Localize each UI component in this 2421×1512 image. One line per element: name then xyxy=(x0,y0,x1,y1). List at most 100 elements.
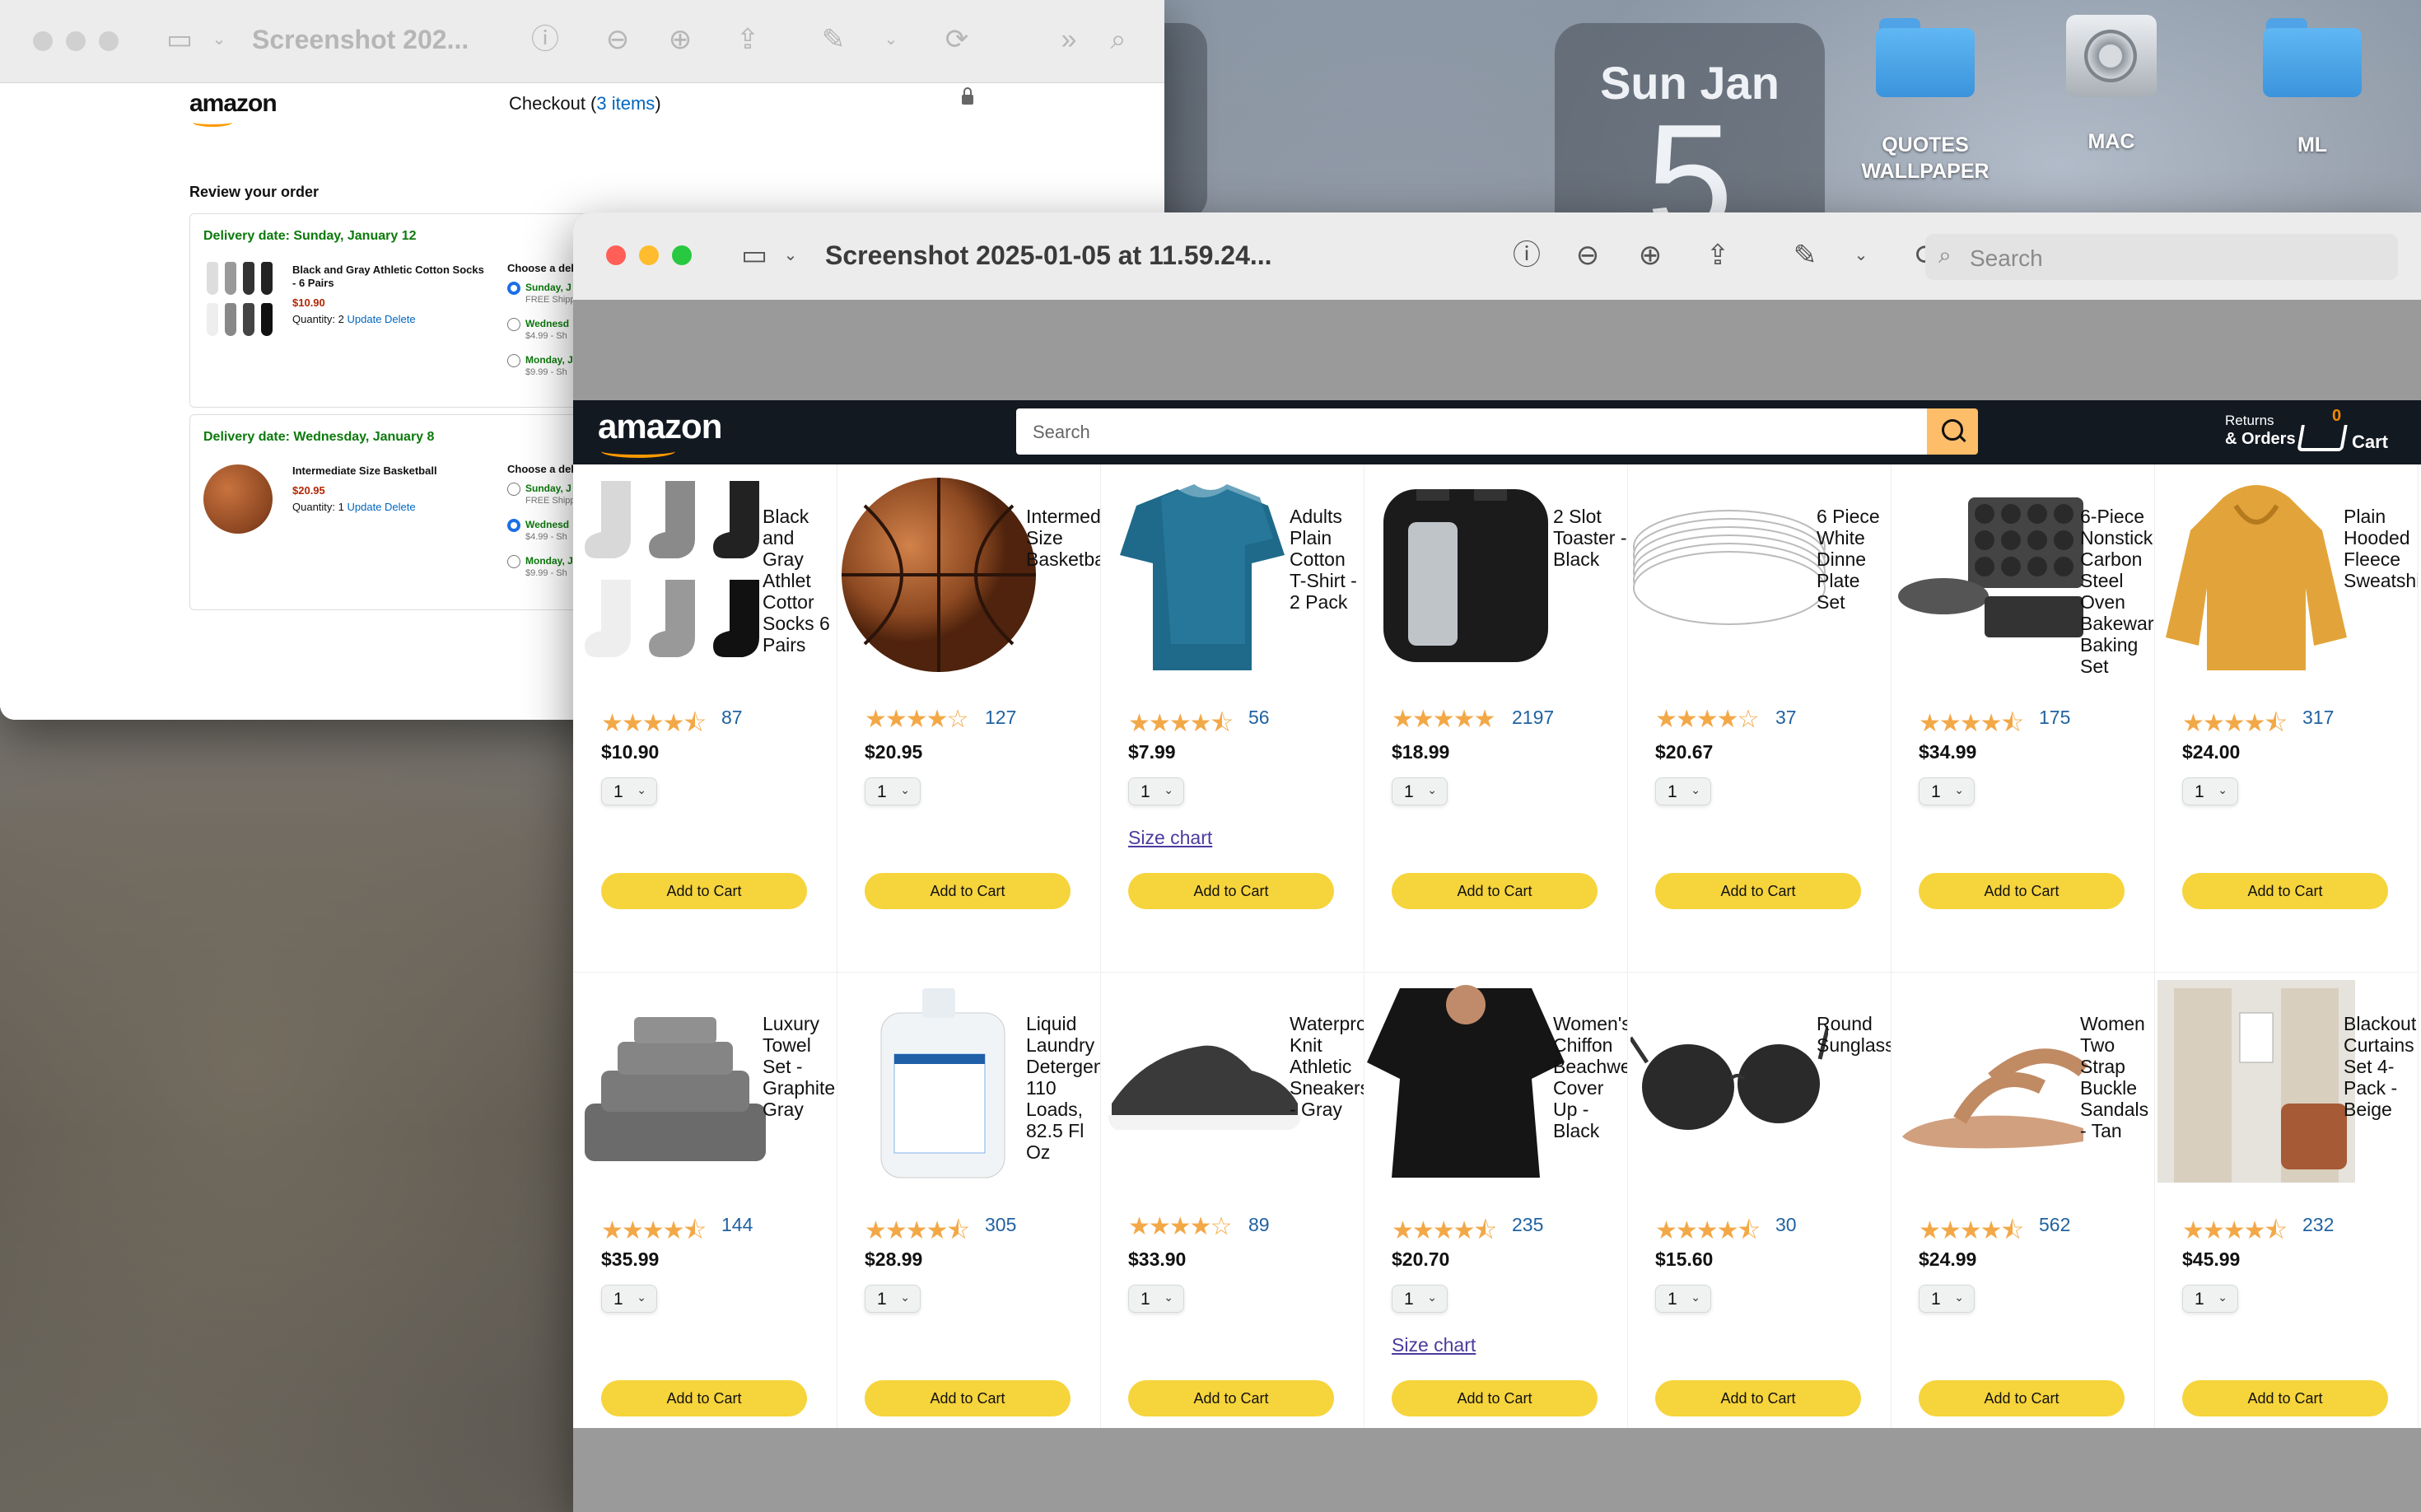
review-count-link[interactable]: 317 xyxy=(2302,707,2334,729)
zoom-in-icon[interactable]: ⊕ xyxy=(662,23,698,56)
product-card[interactable]: Round Sunglass ★★★★⯪ 30 $15.60 1 ⌄ Add to Cart xyxy=(1627,972,1892,1480)
chevron-down-icon[interactable]: ⌄ xyxy=(201,23,237,56)
product-image-towels[interactable] xyxy=(576,980,774,1183)
review-count-link[interactable]: 562 xyxy=(2039,1214,2070,1236)
add-to-cart-button[interactable]: Add to Cart xyxy=(1655,1380,1861,1416)
desktop-folder-ml[interactable]: ML xyxy=(2263,18,2362,157)
product-image-tshirt[interactable] xyxy=(1103,473,1301,675)
returns-orders-link[interactable]: Returns & Orders xyxy=(2225,412,2296,449)
review-count-link[interactable]: 144 xyxy=(721,1214,753,1236)
quantity-select[interactable]: 1 ⌄ xyxy=(2182,1285,2238,1313)
zoom-in-icon[interactable]: ⊕ xyxy=(1632,239,1668,272)
radio[interactable] xyxy=(507,483,520,496)
search-icon[interactable]: ⌕ xyxy=(1100,23,1136,56)
add-to-cart-button[interactable]: Add to Cart xyxy=(865,873,1071,909)
radio[interactable] xyxy=(507,354,520,367)
radio[interactable] xyxy=(507,318,520,331)
add-to-cart-button[interactable]: Add to Cart xyxy=(1655,873,1861,909)
review-count-link[interactable]: 30 xyxy=(1775,1214,1797,1236)
title-bar[interactable]: ▭ ⌄ Screenshot 202... ⓘ ⊖ ⊕ ⇪ ✎ ⌄ ⟳ » ⌕ xyxy=(0,0,1164,83)
update-link[interactable]: Update xyxy=(348,313,382,325)
add-to-cart-button[interactable]: Add to Cart xyxy=(865,1380,1071,1416)
size-chart-link[interactable]: Size chart xyxy=(1128,827,1212,849)
product-image-sneaker[interactable] xyxy=(1103,980,1301,1183)
quantity-select[interactable]: 1 ⌄ xyxy=(1655,1285,1711,1313)
minimize-button[interactable] xyxy=(639,245,659,265)
product-card[interactable]: 2 Slot Toaster - Black ★★★★★ 2197 $18.99 1 ⌄ A… xyxy=(1364,464,1628,973)
toolbar-search-field[interactable]: ⌕ Search xyxy=(1925,234,2398,280)
chevron-down-icon[interactable]: ⌄ xyxy=(772,239,809,272)
quantity-select[interactable]: 1 ⌄ xyxy=(1392,1285,1448,1313)
quantity-select[interactable]: 1 ⌄ xyxy=(1919,777,1975,805)
items-link[interactable]: 3 items xyxy=(596,93,655,114)
delivery-option[interactable]: Monday, J $9.99 - Sh xyxy=(507,555,573,578)
review-count-link[interactable]: 2197 xyxy=(1512,707,1554,729)
product-name[interactable]: Adults Plain Cotton T-Shirt - 2 Pack xyxy=(1290,506,1364,613)
delivery-option[interactable]: Sunday, J FREE Shipp xyxy=(507,282,576,305)
radio-selected[interactable] xyxy=(507,519,520,532)
markup-pen-icon[interactable]: ✎ xyxy=(815,23,851,56)
info-icon[interactable]: ⓘ xyxy=(1509,239,1545,272)
review-count-link[interactable]: 37 xyxy=(1775,707,1797,729)
product-card[interactable]: Intermediat Size Basketball ★★★★☆ 127 $20.9… xyxy=(837,464,1101,973)
product-name[interactable]: Blackout Curtains Set 4-Pack - Beige xyxy=(2344,1013,2418,1120)
title-bar[interactable]: ▭ ⌄ Screenshot 2025-01-05 at 11.59.24...… xyxy=(573,212,2421,301)
product-card[interactable]: Women Two Strap Buckle Sandals - Tan ★★★★… xyxy=(1891,972,2155,1480)
desktop-folder-quotes-wallpaper[interactable]: QUOTES WALLPAPER xyxy=(1835,18,2016,184)
product-name[interactable]: 6 Piece White Dinne Plate Set xyxy=(1817,506,1891,613)
product-name[interactable]: Women's Chiffon Beachwear Cover Up - Bla… xyxy=(1553,1013,1627,1141)
product-card[interactable]: Women's Chiffon Beachwear Cover Up - Bla… xyxy=(1364,972,1628,1480)
add-to-cart-button[interactable]: Add to Cart xyxy=(1392,1380,1598,1416)
product-image-plates[interactable] xyxy=(1630,473,1828,675)
product-image-toaster[interactable] xyxy=(1367,473,1565,675)
quantity-select[interactable]: 1 ⌄ xyxy=(1919,1285,1975,1313)
desktop-drive-mac[interactable]: MAC xyxy=(2062,15,2161,154)
product-name[interactable]: 2 Slot Toaster - Black xyxy=(1553,506,1627,570)
review-count-link[interactable]: 232 xyxy=(2302,1214,2334,1236)
product-name[interactable]: Waterproof Knit Athletic Sneakers - Gray xyxy=(1290,1013,1364,1120)
review-count-link[interactable]: 89 xyxy=(1248,1214,1270,1236)
delete-link[interactable]: Delete xyxy=(385,501,416,513)
product-card[interactable]: 6 Piece White Dinne Plate Set ★★★★☆ 37 $20.… xyxy=(1627,464,1892,973)
product-card[interactable]: Blackout Curtains Set 4-Pack - Beige ★★★★… xyxy=(2154,972,2419,1480)
add-to-cart-button[interactable]: Add to Cart xyxy=(2182,873,2388,909)
add-to-cart-button[interactable]: Add to Cart xyxy=(2182,1380,2388,1416)
product-card[interactable]: 6-Piece Nonstick, Carbon Steel Oven Bake… xyxy=(1891,464,2155,973)
size-chart-link[interactable]: Size chart xyxy=(1392,1334,1476,1356)
delivery-option[interactable]: Wednesd $4.99 - Sh xyxy=(507,519,569,542)
product-name[interactable]: Round Sunglass xyxy=(1817,1013,1891,1056)
add-to-cart-button[interactable]: Add to Cart xyxy=(1128,1380,1334,1416)
add-to-cart-button[interactable]: Add to Cart xyxy=(1919,1380,2125,1416)
sidebar-toggle-icon[interactable]: ▭ xyxy=(161,23,198,56)
product-image-hoodie[interactable] xyxy=(2157,473,2355,675)
zoom-button[interactable] xyxy=(99,31,119,51)
chevron-down-icon[interactable]: ⌄ xyxy=(1843,239,1879,272)
quantity-select[interactable]: 1 ⌄ xyxy=(865,1285,921,1313)
minimize-button[interactable] xyxy=(66,31,86,51)
product-image-basketball[interactable] xyxy=(840,473,1038,675)
product-image-sunglasses[interactable] xyxy=(1630,980,1828,1183)
quantity-select[interactable]: 1 ⌄ xyxy=(1655,777,1711,805)
quantity-select[interactable]: 1 ⌄ xyxy=(1128,1285,1184,1313)
chevron-down-icon[interactable]: ⌄ xyxy=(873,23,909,56)
share-icon[interactable]: ⇪ xyxy=(1700,239,1736,272)
product-name[interactable]: 6-Piece Nonstick, Carbon Steel Oven Bake… xyxy=(2080,506,2154,677)
delivery-option[interactable]: Monday, J $9.99 - Sh xyxy=(507,354,573,377)
close-button[interactable] xyxy=(33,31,53,51)
product-image-coverup[interactable] xyxy=(1367,980,1565,1183)
product-name[interactable]: Liquid Laundry Detergent, 110 Loads, 82.… xyxy=(1026,1013,1100,1163)
more-tools-icon[interactable]: » xyxy=(1051,23,1087,56)
product-card[interactable]: Liquid Laundry Detergent, 110 Loads, 82.… xyxy=(837,972,1101,1480)
review-count-link[interactable]: 235 xyxy=(1512,1214,1543,1236)
add-to-cart-button[interactable]: Add to Cart xyxy=(1128,873,1334,909)
review-count-link[interactable]: 305 xyxy=(985,1214,1016,1236)
product-card[interactable]: Adults Plain Cotton T-Shirt - 2 Pack ★★★★… xyxy=(1100,464,1364,973)
search-button[interactable] xyxy=(1927,408,1978,455)
rotate-icon[interactable]: ⟳ xyxy=(939,23,975,56)
add-to-cart-button[interactable]: Add to Cart xyxy=(601,873,807,909)
product-name[interactable]: Intermediat Size Basketball xyxy=(1026,506,1100,570)
delivery-option[interactable]: Sunday, J FREE Shipp xyxy=(507,483,576,506)
add-to-cart-button[interactable]: Add to Cart xyxy=(601,1380,807,1416)
quantity-select[interactable]: 1 ⌄ xyxy=(1128,777,1184,805)
close-button[interactable] xyxy=(606,245,626,265)
